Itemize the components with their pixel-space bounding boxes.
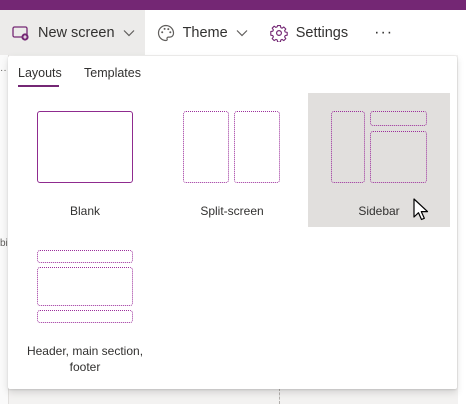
sidebar-main-preview <box>370 131 427 183</box>
layout-label: footer <box>69 360 101 374</box>
theme-button[interactable]: Theme <box>145 10 258 55</box>
chevron-down-icon <box>123 29 135 37</box>
theme-label: Theme <box>182 24 228 41</box>
gear-icon <box>269 24 288 42</box>
background-divider <box>279 388 280 404</box>
tab-templates[interactable]: Templates <box>84 66 141 80</box>
settings-button[interactable]: Settings <box>258 10 358 55</box>
background-panel <box>458 55 466 404</box>
chevron-down-icon <box>236 29 248 37</box>
background-text: ·· <box>0 65 7 76</box>
more-options-button[interactable]: ··· <box>358 10 403 55</box>
new-screen-button[interactable]: New screen <box>0 10 145 55</box>
tab-layouts[interactable]: Layouts <box>18 66 62 80</box>
settings-label: Settings <box>295 24 349 41</box>
sidebar-header-preview <box>370 111 427 126</box>
layout-split-screen[interactable]: Split-screen <box>161 93 303 227</box>
new-screen-flyout: Layouts Templates Blank Split-screen Sid… <box>8 56 457 389</box>
palette-icon <box>157 24 175 42</box>
layout-blank[interactable]: Blank <box>14 93 156 227</box>
layout-header-main-footer[interactable]: Header, main section, footer <box>14 233 156 383</box>
app-header-bar <box>0 0 466 10</box>
layout-label: Header, main section, <box>26 344 144 358</box>
mouse-pointer-icon <box>413 198 429 227</box>
layout-label: Split-screen <box>200 204 264 218</box>
blank-layout-preview <box>37 111 133 183</box>
background-text: bi <box>0 238 8 249</box>
layout-label: Blank <box>69 204 101 218</box>
new-screen-label: New screen <box>38 24 115 41</box>
split-right-preview <box>234 111 280 183</box>
main-section-preview <box>37 267 133 306</box>
more-icon: ··· <box>374 23 394 41</box>
split-left-preview <box>183 111 229 183</box>
header-preview <box>37 250 133 263</box>
sidebar-preview <box>331 111 365 183</box>
layout-tabs: Layouts Templates <box>8 56 457 90</box>
selected-tab-indicator <box>18 85 59 87</box>
footer-preview <box>37 310 133 323</box>
toolbar: New screen Theme Settings ··· <box>0 10 466 55</box>
new-screen-icon <box>12 25 30 41</box>
